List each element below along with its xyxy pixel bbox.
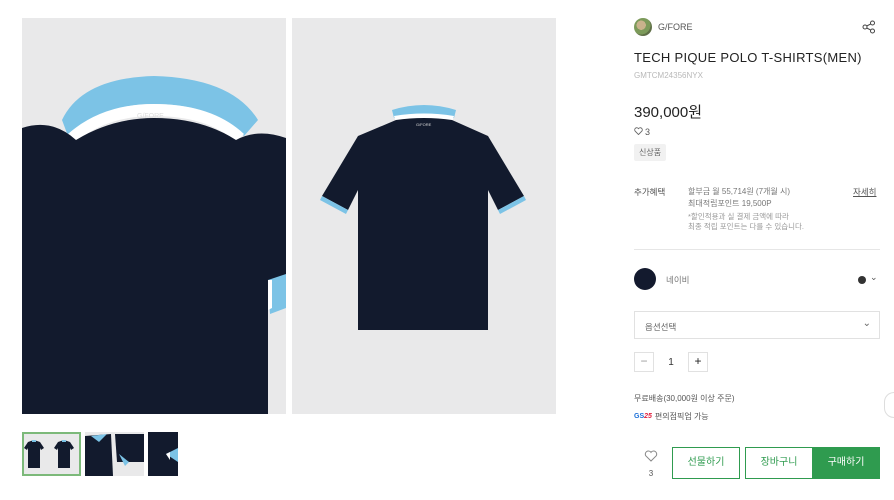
brand-name[interactable]: G/FORE [658, 22, 693, 32]
gs25-logo: GS25 [634, 413, 652, 420]
divider [634, 249, 880, 250]
benefit-note-line-2: 최종 적립 포인트는 다를 수 있습니다. [688, 222, 805, 231]
add-to-cart-button[interactable]: 장바구니 [745, 447, 813, 479]
thumbnail-3[interactable] [148, 432, 178, 476]
color-selector[interactable]: 네이비 ⌄ [634, 268, 880, 292]
like-count: 3 [634, 127, 650, 137]
chevron-down-icon: ⌄ [862, 318, 871, 329]
quantity-stepper: − 1 + [634, 352, 708, 372]
thumbnail-1[interactable] [22, 432, 81, 476]
benefit-points: 최대적립포인트 19,500P [688, 199, 772, 208]
quantity-minus-button[interactable]: − [634, 352, 654, 372]
garment-logo-back: G/FORE [416, 122, 432, 127]
cvs-pickup-text: 편의점픽업 가능 [654, 412, 709, 421]
color-swatch-navy[interactable] [634, 268, 656, 290]
benefit-installment: 할부금 월 55,714원 (7개월 시) [688, 187, 791, 196]
option-select[interactable]: 옵션선택 ⌄ [634, 311, 880, 339]
like-count-value: 3 [645, 127, 651, 137]
quantity-value[interactable]: 1 [654, 357, 688, 368]
wishlist-button[interactable]: 3 [640, 449, 662, 478]
benefit-note: *할인적용과 실 결제 금액에 따라 최종 적립 포인트는 다를 수 있습니다. [688, 212, 804, 232]
garment-logo: G/FORE [137, 113, 164, 120]
thumbnail-2[interactable] [85, 432, 144, 476]
benefit-detail-link[interactable]: 자세히 [853, 186, 876, 198]
share-icon[interactable] [862, 20, 876, 34]
brand-row[interactable]: G/FORE [634, 18, 693, 36]
quantity-plus-button[interactable]: + [688, 352, 708, 372]
new-badge: 신상품 [634, 144, 667, 161]
shipping-info: 무료배송(30,000원 이상 주문) [634, 394, 735, 403]
product-title: TECH PIQUE POLO T-SHIRTS(MEN) [634, 50, 862, 65]
thumbnail-strip [22, 432, 178, 476]
product-image-main[interactable]: G/FORE [22, 18, 286, 414]
wishlist-count: 3 [648, 469, 654, 478]
benefit-note-line-1: *할인적용과 실 결제 금액에 따라 [688, 212, 789, 221]
buy-now-button[interactable]: 구매하기 [812, 447, 880, 479]
benefit-label: 추가혜택 [634, 187, 666, 197]
option-select-placeholder: 옵션선택 [645, 322, 677, 332]
gift-button[interactable]: 선물하기 [672, 447, 740, 479]
convenience-store-pickup: GS25 편의점픽업 가능 [634, 411, 709, 422]
heart-icon [634, 127, 643, 137]
benefit-lines: 할부금 월 55,714원 (7개월 시) 최대적립포인트 19,500P [688, 186, 790, 210]
heart-icon [644, 450, 658, 462]
floating-side-button[interactable] [884, 392, 894, 418]
brand-avatar-icon [634, 18, 652, 36]
chevron-down-icon[interactable]: ⌄ [870, 272, 878, 283]
color-dot-icon [858, 276, 866, 284]
product-code: GMTCM24356NYX [634, 71, 703, 80]
purchase-actions: 3 선물하기 장바구니 구매하기 [634, 447, 880, 479]
color-name: 네이비 [666, 275, 690, 285]
product-image-back[interactable]: G/FORE [292, 18, 556, 414]
product-price: 390,000원 [634, 104, 703, 121]
